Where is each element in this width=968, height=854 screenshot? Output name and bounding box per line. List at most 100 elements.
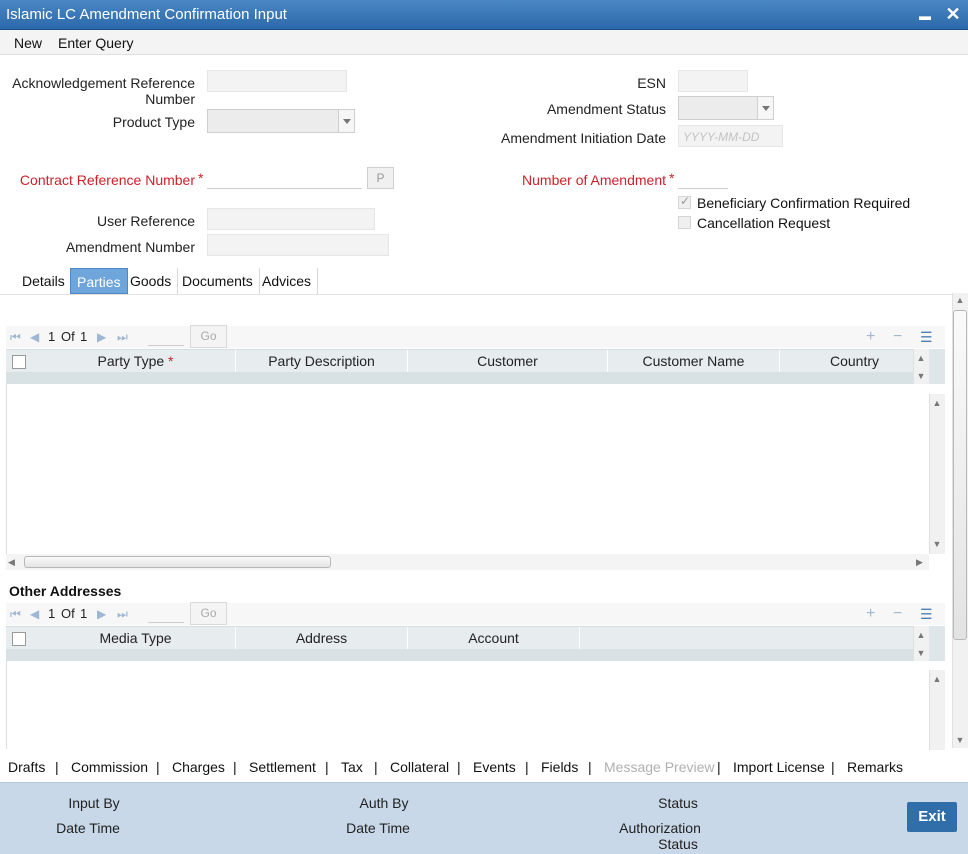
link-separator: | [325,759,329,775]
scroll-up-icon[interactable]: ▲ [929,673,945,685]
tab-goods[interactable]: Goods [124,268,179,294]
addresses-nav-bar [6,603,945,625]
col-customer[interactable]: Customer [408,350,608,372]
user-ref-field[interactable] [207,208,375,230]
scroll-down-icon[interactable]: ▼ [929,538,945,550]
col-party-type[interactable]: Party Type * [36,350,236,372]
amendment-init-date-field[interactable]: YYYY-MM-DD [678,125,783,147]
ack-ref-field[interactable] [207,70,347,92]
select-all-checkbox[interactable] [12,632,26,646]
amendment-number-label: Amendment Number [65,239,195,255]
list-view-icon[interactable]: ☰ [920,606,933,623]
first-page-icon[interactable]: ⏮ [10,607,21,622]
authorization-status-label-line1: Authorization [619,820,701,836]
tab-details[interactable]: Details [16,268,72,294]
delete-row-icon[interactable]: − [893,328,902,346]
cancellation-request-checkbox[interactable] [678,216,691,229]
other-addresses-title: Other Addresses [9,583,122,599]
scroll-up-icon[interactable]: ▲ [929,397,945,409]
close-icon[interactable]: ✕ [942,4,964,24]
next-page-icon[interactable]: ▶ [97,607,106,621]
menu-bar [0,30,968,55]
auth-by-label: Auth By [359,795,409,811]
page-jump-input[interactable] [148,622,184,623]
number-of-amendment-input[interactable] [678,167,728,189]
exit-button[interactable]: Exit [907,802,957,832]
scroll-down-icon[interactable]: ▼ [952,734,968,746]
main-scroll-thumb[interactable] [953,310,967,640]
link-settlement[interactable]: Settlement [249,759,316,775]
product-type-label: Product Type [112,114,195,130]
go-button[interactable]: Go [190,325,227,348]
scroll-down-icon[interactable]: ▼ [913,370,929,382]
menu-enter-query[interactable]: Enter Query [58,35,133,51]
last-page-icon[interactable]: ⏭ [117,607,128,622]
page-jump-input[interactable] [148,345,184,346]
amendment-number-field[interactable] [207,234,389,256]
required-star: * [198,170,204,186]
link-commission[interactable]: Commission [71,759,148,775]
prev-page-icon[interactable]: ◀ [30,607,39,621]
amendment-status-select[interactable] [678,96,774,120]
horizontal-scroll-thumb[interactable] [24,556,331,568]
authorization-status-label-line2: Status [658,836,698,852]
chevron-down-icon[interactable] [338,110,354,132]
beneficiary-confirmation-checkbox[interactable] [678,194,691,209]
page-total: 1 [80,606,88,621]
contract-ref-input[interactable] [207,167,362,189]
grid-vertical-scrollbar[interactable] [929,394,945,554]
ack-ref-label-line2: Number [145,91,195,107]
link-drafts[interactable]: Drafts [8,759,45,775]
list-view-icon[interactable]: ☰ [920,329,933,346]
link-separator: | [831,759,835,775]
link-tax[interactable]: Tax [341,759,363,775]
link-separator: | [233,759,237,775]
scroll-left-icon[interactable]: ◀ [8,556,15,568]
minimize-icon[interactable]: ▬ [914,6,936,26]
link-remarks[interactable]: Remarks [847,759,903,775]
contract-ref-lookup-button[interactable]: P [367,167,394,189]
link-collateral[interactable]: Collateral [390,759,449,775]
header-filler [929,349,945,384]
prev-page-icon[interactable]: ◀ [30,330,39,344]
col-country[interactable]: Country [780,350,930,372]
link-separator: | [717,759,721,775]
add-row-icon[interactable]: + [866,328,875,346]
go-button[interactable]: Go [190,602,227,625]
tab-documents[interactable]: Documents [176,268,260,294]
esn-field[interactable] [678,70,748,92]
scroll-up-icon[interactable]: ▲ [913,629,929,641]
col-address[interactable]: Address [236,627,408,649]
menu-new[interactable]: New [14,35,42,51]
scroll-down-icon[interactable]: ▼ [913,647,929,659]
link-fields[interactable]: Fields [541,759,578,775]
link-import-license[interactable]: Import License [733,759,825,775]
contract-ref-label: Contract Reference Number [19,172,195,188]
first-page-icon[interactable]: ⏮ [10,330,21,345]
table-row[interactable] [6,649,929,661]
tab-advices[interactable]: Advices [256,268,319,294]
esn-label: ESN [637,75,666,91]
page-of: Of [61,329,75,344]
next-page-icon[interactable]: ▶ [97,330,106,344]
scroll-up-icon[interactable]: ▲ [952,294,968,306]
table-row[interactable] [6,372,929,384]
delete-row-icon[interactable]: − [893,605,902,623]
tab-parties[interactable]: Parties [70,268,128,294]
select-all-checkbox[interactable] [12,355,26,369]
scroll-right-icon[interactable]: ▶ [916,556,923,568]
col-party-description[interactable]: Party Description [236,350,408,372]
product-type-select[interactable] [207,109,355,133]
add-row-icon[interactable]: + [866,605,875,623]
last-page-icon[interactable]: ⏭ [117,330,128,345]
link-charges[interactable]: Charges [172,759,225,775]
col-customer-name[interactable]: Customer Name [608,350,780,372]
chevron-down-icon[interactable] [757,97,773,119]
number-of-amendment-label: Number of Amendment [522,172,666,188]
col-media-type[interactable]: Media Type [36,627,236,649]
scroll-up-icon[interactable]: ▲ [913,352,929,364]
link-events[interactable]: Events [473,759,516,775]
link-separator: | [374,759,378,775]
link-separator: | [457,759,461,775]
col-account[interactable]: Account [408,627,580,649]
